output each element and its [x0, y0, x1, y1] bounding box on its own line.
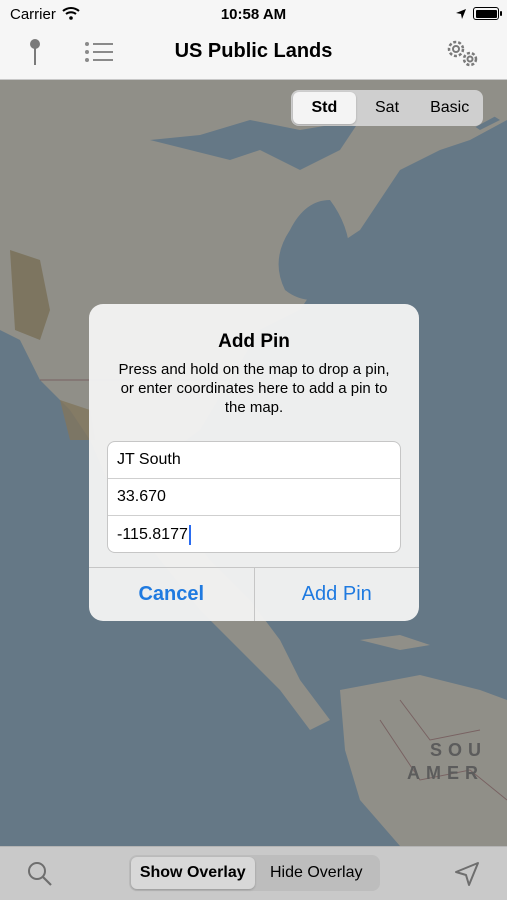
pin-name-value: JT South [117, 451, 181, 468]
location-arrow-icon [455, 7, 467, 25]
longitude-value: -115.8177 [117, 525, 188, 543]
search-icon[interactable] [27, 861, 53, 892]
map-label-america: AMER [407, 763, 484, 783]
nav-bar: US Public Lands [0, 28, 507, 80]
map-label-south: SOU [430, 740, 488, 760]
dialog-buttons: Cancel Add Pin [89, 567, 419, 621]
overlay-segmented-control: Show Overlay Hide Overlay [129, 855, 380, 891]
status-bar: Carrier 10:58 AM [0, 0, 507, 28]
text-caret [188, 524, 191, 545]
cancel-button[interactable]: Cancel [89, 568, 254, 621]
map-type-std[interactable]: Std [293, 92, 356, 124]
dialog-title: Add Pin [218, 331, 290, 352]
map-type-basic[interactable]: Basic [418, 92, 481, 124]
show-overlay-button[interactable]: Show Overlay [131, 857, 255, 889]
add-pin-dialog: Add Pin Press and hold on the map to dro… [89, 304, 419, 621]
hide-overlay-button[interactable]: Hide Overlay [255, 857, 379, 889]
map-type-segmented-control: Std Sat Basic [291, 90, 483, 126]
latitude-value: 33.670 [117, 488, 166, 505]
clock: 10:58 AM [220, 6, 287, 23]
dialog-fields: JT South 33.670 -115.8177 [107, 441, 401, 553]
add-pin-button[interactable]: Add Pin [253, 568, 420, 621]
dialog-message: Press and hold on the map to drop a pin,… [118, 361, 390, 416]
longitude-field[interactable]: -115.8177 [108, 516, 400, 552]
pin-name-field[interactable]: JT South [108, 442, 400, 479]
location-arrow-icon[interactable] [454, 861, 480, 892]
battery-icon [473, 7, 502, 20]
map-type-sat[interactable]: Sat [356, 92, 419, 124]
bottom-toolbar: Show Overlay Hide Overlay [0, 846, 507, 900]
page-title: US Public Lands [174, 40, 333, 62]
latitude-field[interactable]: 33.670 [108, 479, 400, 516]
settings-gears-icon[interactable] [444, 38, 482, 75]
